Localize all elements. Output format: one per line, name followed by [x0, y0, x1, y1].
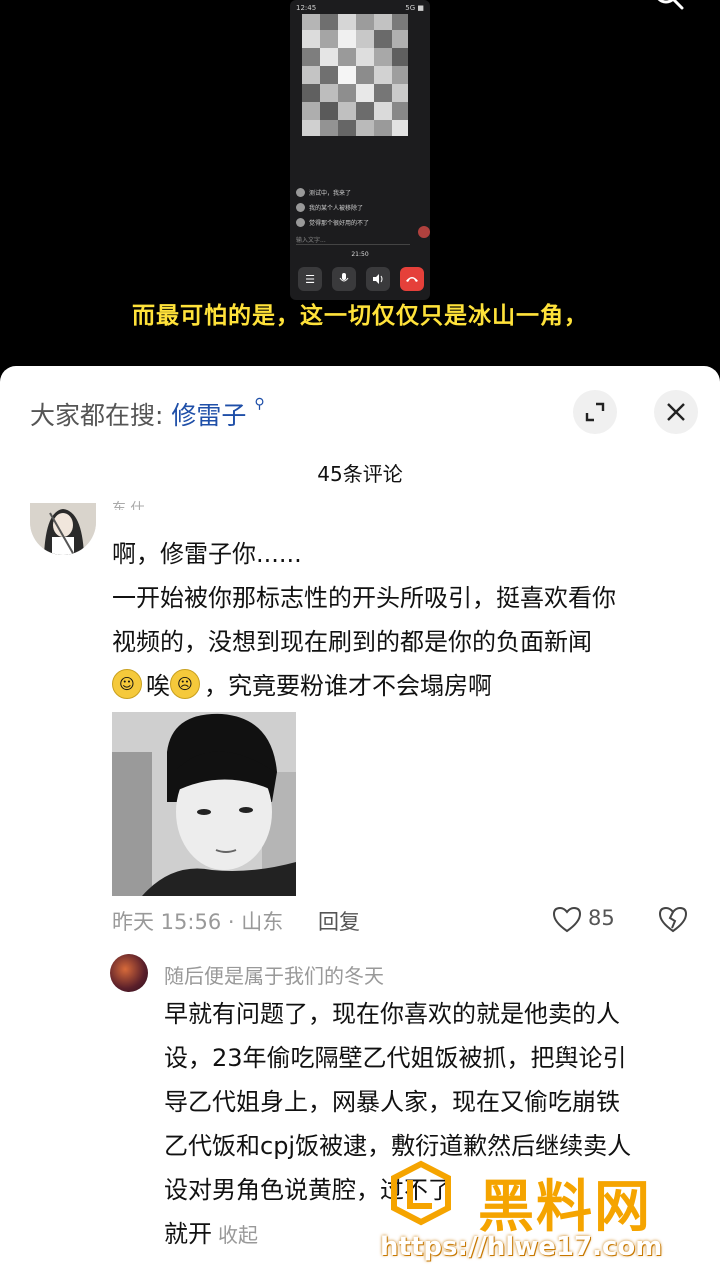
close-button[interactable] — [654, 390, 698, 434]
avatar[interactable] — [30, 503, 96, 555]
search-icon: ⚲ — [254, 396, 265, 412]
reply-author[interactable]: 随后便是属于我们的冬天 — [164, 960, 384, 989]
avatar — [296, 188, 305, 197]
search-keyword-link[interactable]: 修雷子 — [171, 401, 246, 430]
reply-button[interactable]: 回复 — [318, 906, 360, 936]
comment-photo[interactable] — [112, 712, 296, 896]
search-icon[interactable] — [652, 0, 686, 14]
watermark-logo-icon — [391, 1160, 451, 1226]
comment-text-line: 啊，修雷子你...... — [112, 540, 302, 568]
comment-sheet: 大家都在搜: 修雷子 ⚲ 45条评论 东 仕 啊，修雷子你...... 一开始被… — [0, 366, 720, 1280]
comment-author[interactable]: 东 仕 — [112, 498, 144, 510]
mosaic-blur-image — [302, 14, 408, 136]
avatar — [296, 203, 305, 212]
sad-emoji-icon: ☹ — [170, 669, 200, 699]
comment-text-line: 一开始被你那标志性的开头所吸引，挺喜欢看你 — [112, 584, 616, 612]
avatar — [296, 218, 305, 227]
avatar[interactable] — [110, 954, 148, 992]
record-dot-icon — [418, 226, 430, 238]
live-comment: 我的某个人被移除了 — [296, 201, 416, 214]
heart-icon[interactable] — [552, 906, 582, 934]
reply-text-line: 设，23年偷吃隔壁乙代姐饭被抓，把舆论引 — [164, 1044, 627, 1072]
microphone-icon — [332, 267, 356, 291]
search-prefix: 大家都在搜: — [30, 401, 164, 430]
watermark-brand: 黑料网 — [478, 1175, 652, 1240]
live-comment: 觉得那个很好用的不了 — [296, 216, 416, 229]
video-subtitle: 而最可怕的是，这一切仅仅只是冰山一角， — [132, 303, 588, 329]
hangup-icon — [400, 267, 424, 291]
status-time: 12:45 — [296, 4, 317, 12]
phone-status-bar: 12:45 5G ■ — [296, 4, 424, 14]
speaker-icon — [366, 267, 390, 291]
status-right: 5G ■ — [405, 4, 424, 12]
comment-count: 45条评论 — [317, 462, 403, 486]
video-player[interactable]: 12:45 5G ■ 测试中，我来了 我的某个人被移除了 觉得那个很好用的不了 … — [0, 0, 720, 366]
call-controls: ☰ — [298, 267, 424, 291]
close-icon — [667, 403, 685, 421]
live-comments: 测试中，我来了 我的某个人被移除了 觉得那个很好用的不了 — [296, 186, 416, 231]
watermark-url: https://hlwe17.com — [380, 1232, 663, 1262]
reply-text-line: 导乙代姐身上，网暴人家，现在又偷吃崩铁 — [164, 1088, 620, 1116]
phone-input-field: 输入文字... — [296, 235, 410, 245]
like-count: 85 — [588, 906, 615, 930]
expand-button[interactable] — [573, 390, 617, 434]
broken-heart-icon[interactable] — [658, 906, 688, 934]
call-timer: 21:50 — [351, 251, 369, 258]
reply-text-line: 早就有问题了，现在你喜欢的就是他卖的人 — [164, 1000, 620, 1028]
menu-icon: ☰ — [298, 267, 322, 291]
collapse-link[interactable]: 收起 — [218, 1223, 258, 1247]
expand-icon — [585, 402, 605, 422]
smile-emoji-icon: ☺ — [112, 669, 142, 699]
comment-text-line: 视频的，没想到现在刷到的都是你的负面新闻 — [112, 628, 592, 656]
comment-meta: 昨天 15:56 · 山东 — [112, 910, 284, 934]
comment-text-line: ☺ 唉 ☹ ，究竟要粉谁才不会塌房啊 — [112, 664, 702, 708]
trending-search[interactable]: 大家都在搜: 修雷子 ⚲ — [30, 396, 265, 432]
live-comment: 测试中，我来了 — [296, 186, 416, 199]
embedded-phone-screen: 12:45 5G ■ 测试中，我来了 我的某个人被移除了 觉得那个很好用的不了 … — [290, 0, 430, 300]
